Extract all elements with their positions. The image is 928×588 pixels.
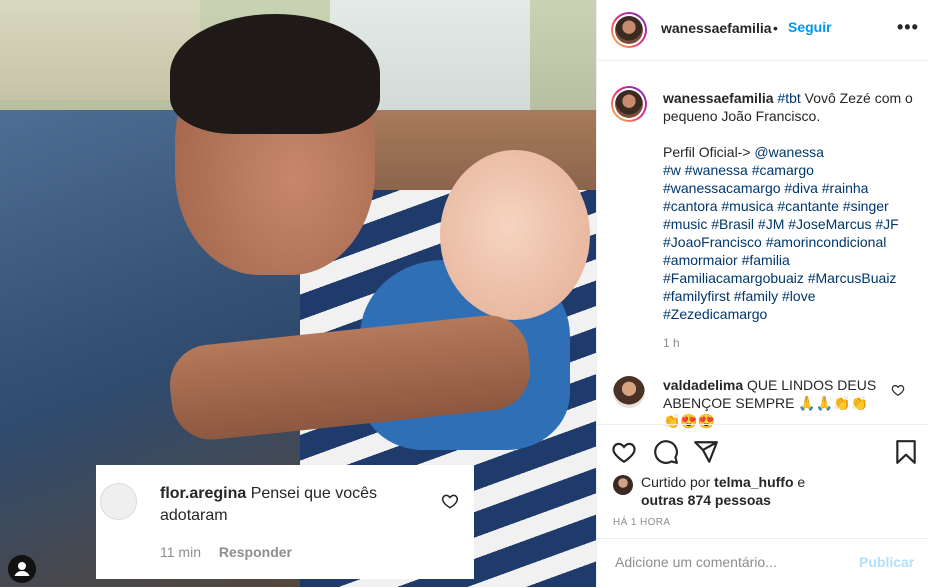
reply-button[interactable]: Responder (219, 544, 292, 560)
post-timestamp: HÁ 1 HORA (613, 517, 671, 528)
comment-text: valdadelima QUE LINDOS DEUS ABENÇOE SEMP… (663, 376, 883, 430)
caption-avatar[interactable] (611, 86, 647, 122)
caption-profile-label: Perfil Oficial-> (663, 144, 751, 160)
likes-prefix: Curtido por (641, 474, 711, 490)
overlay-meta: 11 min Responder (160, 544, 306, 560)
bookmark-icon[interactable] (893, 439, 919, 465)
heart-icon[interactable] (441, 492, 459, 510)
caption-mention[interactable]: @wanessa (754, 144, 823, 160)
comment-icon[interactable] (653, 439, 679, 465)
caption-hashtags[interactable]: #w #wanessa #camargo #wanessacamargo #di… (663, 162, 899, 322)
follow-button[interactable]: Seguir (788, 19, 832, 35)
caption-hashtag-tbt[interactable]: #tbt (777, 90, 800, 106)
overlay-username: flor.aregina (160, 485, 247, 502)
commenter-avatar[interactable] (613, 376, 645, 408)
more-icon[interactable]: ••• (897, 17, 919, 38)
overlay-comment-text: flor.aregina Pensei que vocês adotaram (160, 483, 435, 527)
caption-time: 1 h (663, 336, 680, 350)
photo-baby-head (440, 150, 590, 320)
heart-icon[interactable] (611, 439, 637, 465)
photo-man-hair (170, 14, 380, 134)
liker-avatar[interactable] (613, 475, 633, 495)
user-tag-icon[interactable] (8, 555, 36, 583)
overlay-time: 11 min (160, 544, 201, 560)
post-photo[interactable]: flor.aregina Pensei que vocês adotaram 1… (0, 0, 596, 587)
photo-comment-overlay: flor.aregina Pensei que vocês adotaram 1… (96, 465, 474, 579)
author-username[interactable]: wanessaefamilia (661, 20, 772, 36)
commenter-username[interactable]: valdadelima (663, 377, 743, 393)
publish-button[interactable]: Publicar (859, 554, 914, 570)
add-comment-bar: Publicar (597, 538, 928, 588)
separator-dot: • (773, 20, 778, 36)
overlay-avatar (100, 483, 137, 520)
post-header: wanessaefamilia • Seguir ••• (597, 0, 928, 61)
likes-text: Curtido por telma_huffo e outras 874 pes… (641, 473, 841, 509)
share-icon[interactable] (693, 439, 719, 465)
caption-text: wanessaefamilia #tbt Vovô Zezé com o peq… (663, 89, 913, 323)
comment-input[interactable] (613, 553, 837, 571)
likes-count[interactable]: outras 874 pessoas (641, 492, 771, 508)
likes-conj: e (797, 474, 806, 490)
caption-username[interactable]: wanessaefamilia (663, 90, 774, 106)
author-avatar[interactable] (611, 12, 647, 48)
post-side-panel: wanessaefamilia • Seguir ••• wanessaefam… (596, 0, 928, 587)
heart-icon[interactable] (891, 383, 905, 397)
liker-username[interactable]: telma_huffo (714, 474, 793, 490)
